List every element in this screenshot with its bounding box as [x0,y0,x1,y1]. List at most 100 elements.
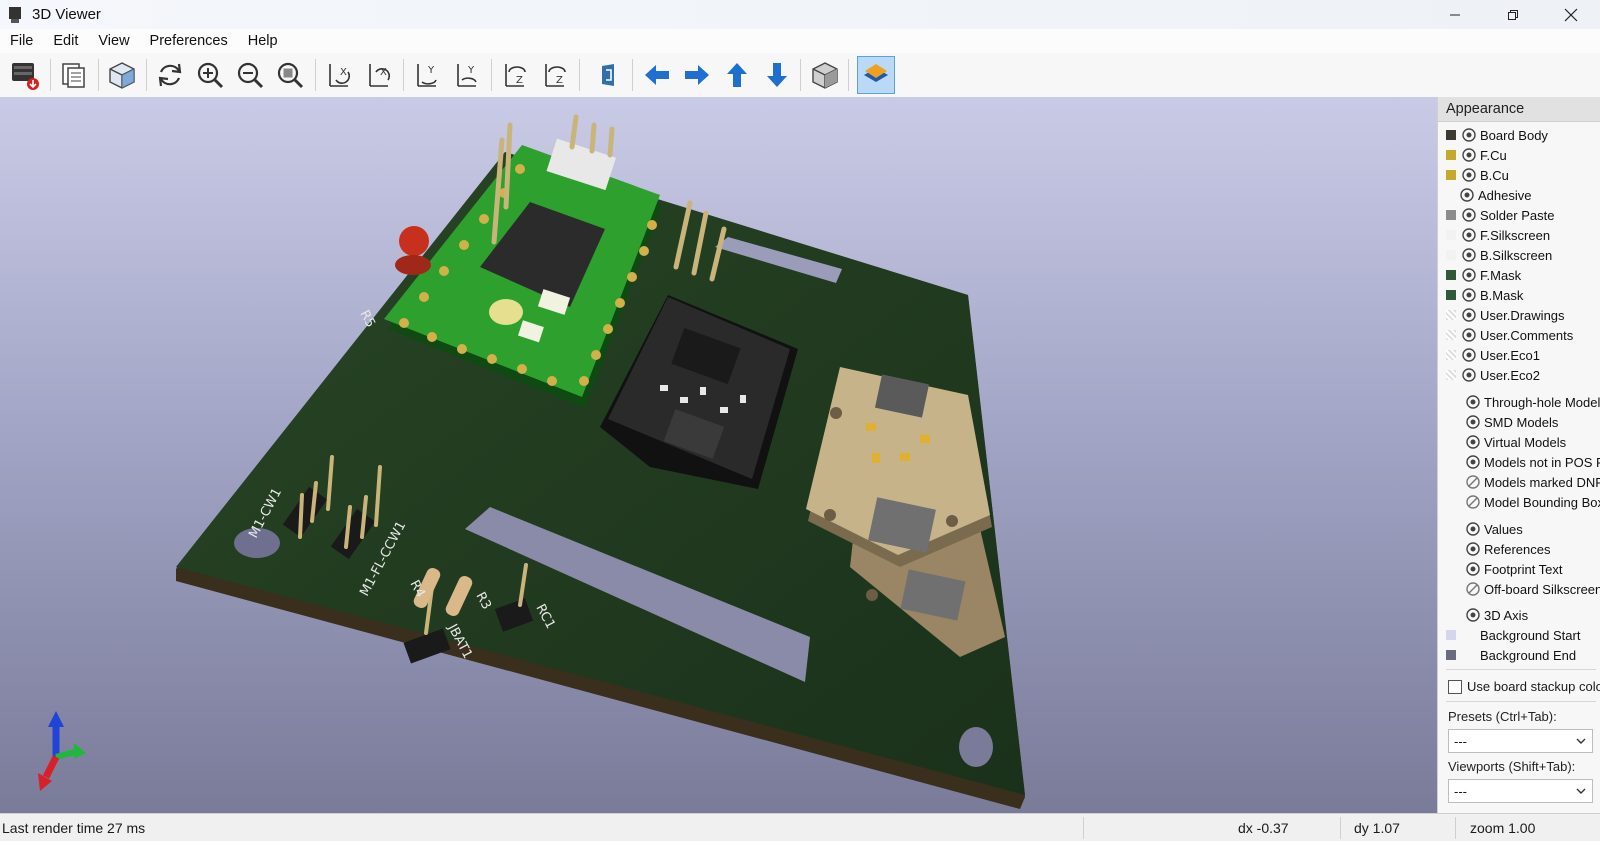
color-swatch[interactable] [1446,230,1456,240]
eye-icon[interactable] [1466,455,1480,469]
color-swatch[interactable] [1446,350,1456,360]
view-iso-button[interactable] [103,56,141,94]
layer-row-bcu[interactable]: B.Cu [1438,165,1509,185]
eye-icon[interactable] [1460,188,1474,202]
minimize-button[interactable] [1426,0,1484,29]
layer-row-user-comments[interactable]: User.Comments [1438,325,1573,345]
color-swatch[interactable] [1446,270,1456,280]
close-button[interactable] [1542,0,1600,29]
object-row-smd-models[interactable]: SMD Models [1466,412,1558,432]
menu-help[interactable]: Help [238,33,288,49]
flip-board-button[interactable] [590,56,628,94]
eye-hidden-icon[interactable] [1466,475,1480,489]
render-raytraced-button[interactable] [6,56,44,94]
eye-hidden-icon[interactable] [1466,582,1480,596]
eye-icon[interactable] [1462,148,1476,162]
reload-button[interactable] [151,56,189,94]
pan-right-button[interactable] [678,56,716,94]
pan-down-button[interactable] [758,56,796,94]
layer-label: User.Drawings [1480,307,1565,323]
color-swatch[interactable] [1446,650,1456,660]
eye-icon[interactable] [1462,308,1476,322]
object-row-references[interactable]: References [1466,539,1550,559]
eye-icon[interactable] [1462,268,1476,282]
pan-left-button[interactable] [638,56,676,94]
object-row-background-end[interactable]: Background End [1438,645,1576,665]
color-swatch[interactable] [1446,370,1456,380]
color-swatch[interactable] [1446,150,1456,160]
3d-viewport[interactable]: M1-CW1 M1-FL-CCW1 R4 R3 RC1 JBAT1 R5 [0,97,1437,813]
color-swatch[interactable] [1446,310,1456,320]
restore-button[interactable] [1484,0,1542,29]
eye-icon[interactable] [1462,368,1476,382]
copy-to-clipboard-button[interactable] [55,56,93,94]
eye-icon[interactable] [1466,522,1480,536]
eye-icon[interactable] [1462,348,1476,362]
eye-icon[interactable] [1462,208,1476,222]
layer-row-bmask[interactable]: B.Mask [1438,285,1523,305]
zoom-fit-button[interactable] [271,56,309,94]
eye-icon[interactable] [1462,288,1476,302]
rotate-z-ccw-button[interactable]: Z [536,56,574,94]
layer-row-fsilkscreen[interactable]: F.Silkscreen [1438,225,1550,245]
menu-file[interactable]: File [0,33,43,49]
zoom-in-button[interactable] [191,56,229,94]
eye-icon[interactable] [1466,562,1480,576]
dy-readout: dy 1.07 [1354,820,1400,836]
object-row-offboard-silkscreen[interactable]: Off-board Silkscreen [1466,579,1600,599]
layer-row-user-eco2[interactable]: User.Eco2 [1438,365,1540,385]
rotate-y-cw-button[interactable]: Y [408,56,446,94]
object-row-through-hole-models[interactable]: Through-hole Models [1466,392,1600,412]
layer-row-solder-paste[interactable]: Solder Paste [1438,205,1554,225]
zoom-out-button[interactable] [231,56,269,94]
rotate-x-cw-button[interactable]: X [320,56,358,94]
object-row-bounding-boxes[interactable]: Model Bounding Boxes [1466,492,1600,512]
menu-view[interactable]: View [88,33,139,49]
eye-icon[interactable] [1466,435,1480,449]
color-swatch[interactable] [1446,290,1456,300]
presets-select[interactable]: --- [1448,729,1593,753]
object-row-footprint-text[interactable]: Footprint Text [1466,559,1563,579]
layer-row-user-eco1[interactable]: User.Eco1 [1438,345,1540,365]
eye-icon[interactable] [1466,395,1480,409]
layer-row-bsilkscreen[interactable]: B.Silkscreen [1438,245,1552,265]
color-swatch[interactable] [1446,210,1456,220]
rotate-y-ccw-button[interactable]: Y [448,56,486,94]
eye-hidden-icon[interactable] [1466,495,1480,509]
checkbox[interactable] [1448,679,1462,694]
eye-icon[interactable] [1466,415,1480,429]
color-swatch[interactable] [1446,130,1456,140]
eye-icon[interactable] [1462,228,1476,242]
layer-row-fcu[interactable]: F.Cu [1438,145,1507,165]
eye-icon[interactable] [1462,168,1476,182]
object-row-models-dnp[interactable]: Models marked DNP [1466,472,1600,492]
toggle-layers-manager-button[interactable] [857,56,895,94]
object-row-models-not-in-pos[interactable]: Models not in POS File [1466,452,1600,472]
object-row-background-start[interactable]: Background Start [1438,625,1580,645]
layer-row-adhesive[interactable]: Adhesive [1460,185,1531,205]
toggle-orthographic-button[interactable] [806,56,844,94]
eye-icon[interactable] [1466,608,1480,622]
menu-preferences[interactable]: Preferences [140,33,238,49]
eye-icon[interactable] [1462,128,1476,142]
eye-icon[interactable] [1466,542,1480,556]
object-row-virtual-models[interactable]: Virtual Models [1466,432,1566,452]
object-row-3d-axis[interactable]: 3D Axis [1466,605,1528,625]
eye-icon[interactable] [1462,248,1476,262]
viewports-select[interactable]: --- [1448,779,1593,803]
eye-icon[interactable] [1462,328,1476,342]
color-swatch[interactable] [1446,170,1456,180]
object-row-values[interactable]: Values [1466,519,1523,539]
layer-row-user-drawings[interactable]: User.Drawings [1438,305,1565,325]
rotate-x-ccw-button[interactable]: X [360,56,398,94]
layer-row-board-body[interactable]: Board Body [1438,125,1548,145]
layer-row-fmask[interactable]: F.Mask [1438,265,1521,285]
pan-up-button[interactable] [718,56,756,94]
zoom-readout: zoom 1.00 [1470,820,1536,836]
rotate-z-cw-button[interactable]: Z [496,56,534,94]
color-swatch[interactable] [1446,250,1456,260]
use-stackup-colors-checkbox[interactable]: Use board stackup colors [1448,679,1600,694]
color-swatch[interactable] [1446,330,1456,340]
menu-edit[interactable]: Edit [43,33,88,49]
color-swatch[interactable] [1446,630,1456,640]
